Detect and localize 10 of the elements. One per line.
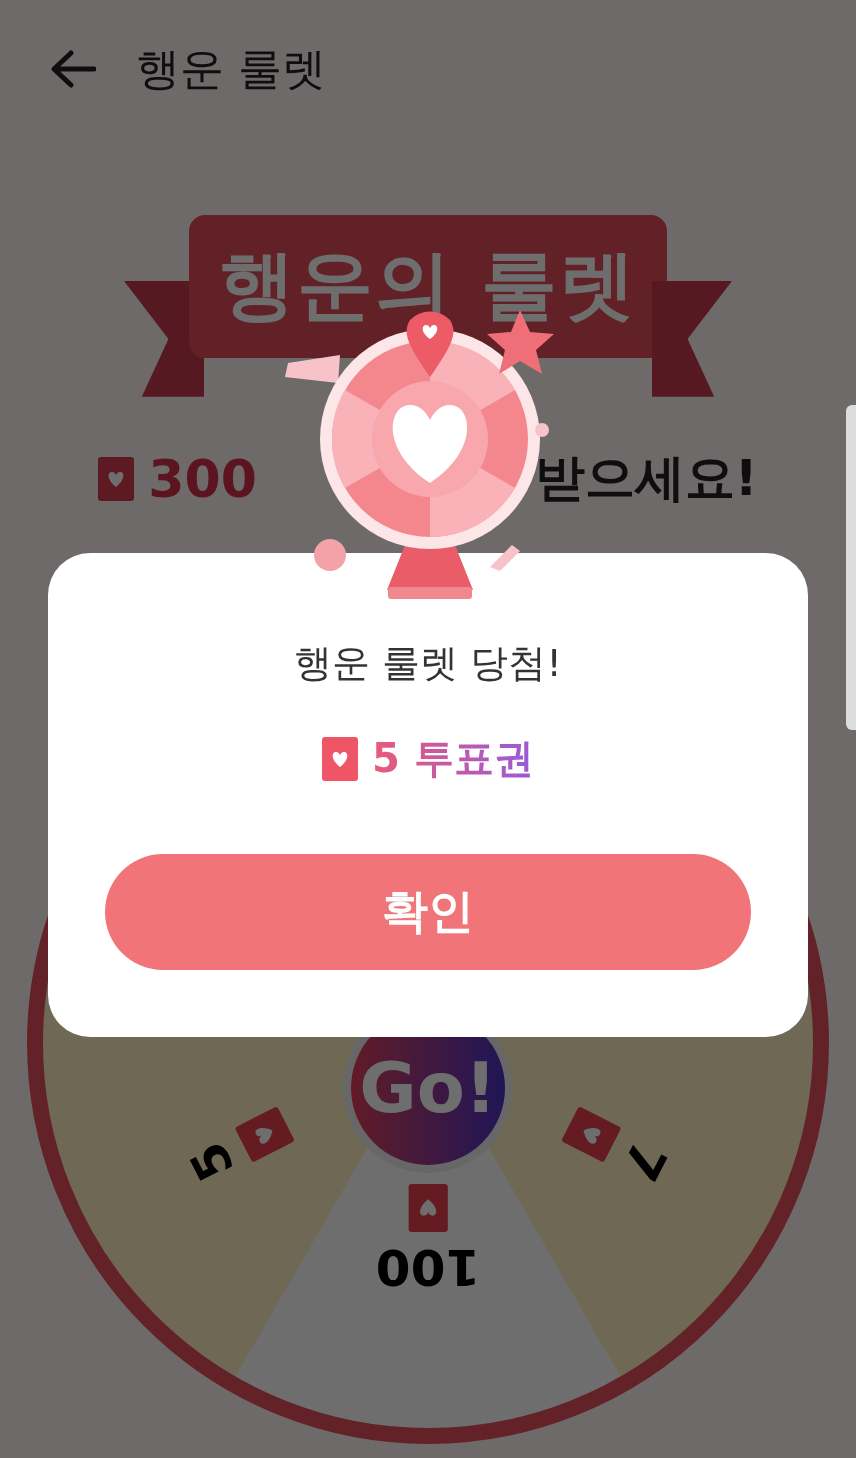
segment-value: 7 xyxy=(613,1134,674,1188)
segment-value: 100 xyxy=(375,1242,481,1292)
confirm-button[interactable]: 확인 xyxy=(105,854,751,970)
prompt-text: 받으세요! xyxy=(534,448,758,509)
banner-title: 행운의 룰렛 xyxy=(188,215,668,358)
back-arrow-icon[interactable] xyxy=(50,50,96,88)
dialog-title: 행운 룰렛 당첨! xyxy=(294,640,562,687)
page-title: 행운 룰렛 xyxy=(136,41,326,96)
segment-value: 5 xyxy=(182,1134,243,1188)
prompt-amount: 300 xyxy=(148,448,257,509)
